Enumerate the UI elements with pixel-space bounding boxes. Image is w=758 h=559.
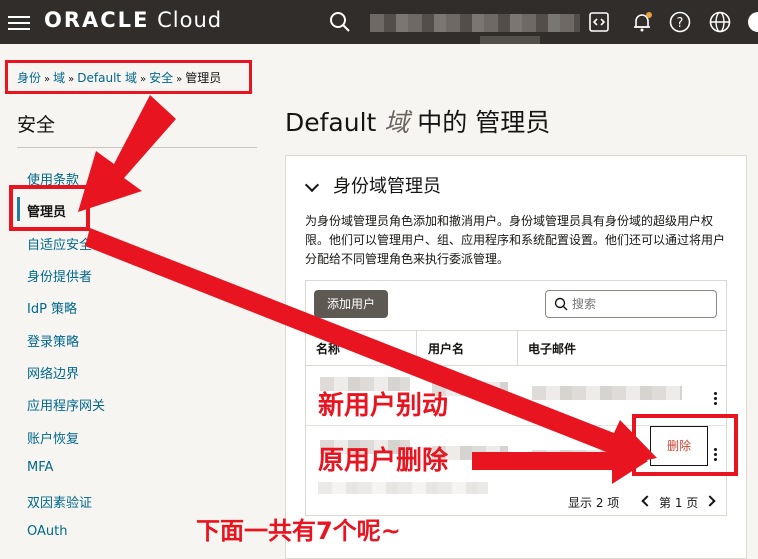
annotation-arrow-old-user (472, 438, 648, 484)
annotation-arrow-to-delete (85, 228, 657, 468)
annotation-old-user: 原用户删除 (318, 446, 449, 476)
annotation-arrow-to-admin (78, 95, 176, 212)
annotation-bottom-note: 下面一共有7个呢~ (196, 517, 401, 545)
annotation-new-user: 新用户别动 (318, 391, 449, 421)
